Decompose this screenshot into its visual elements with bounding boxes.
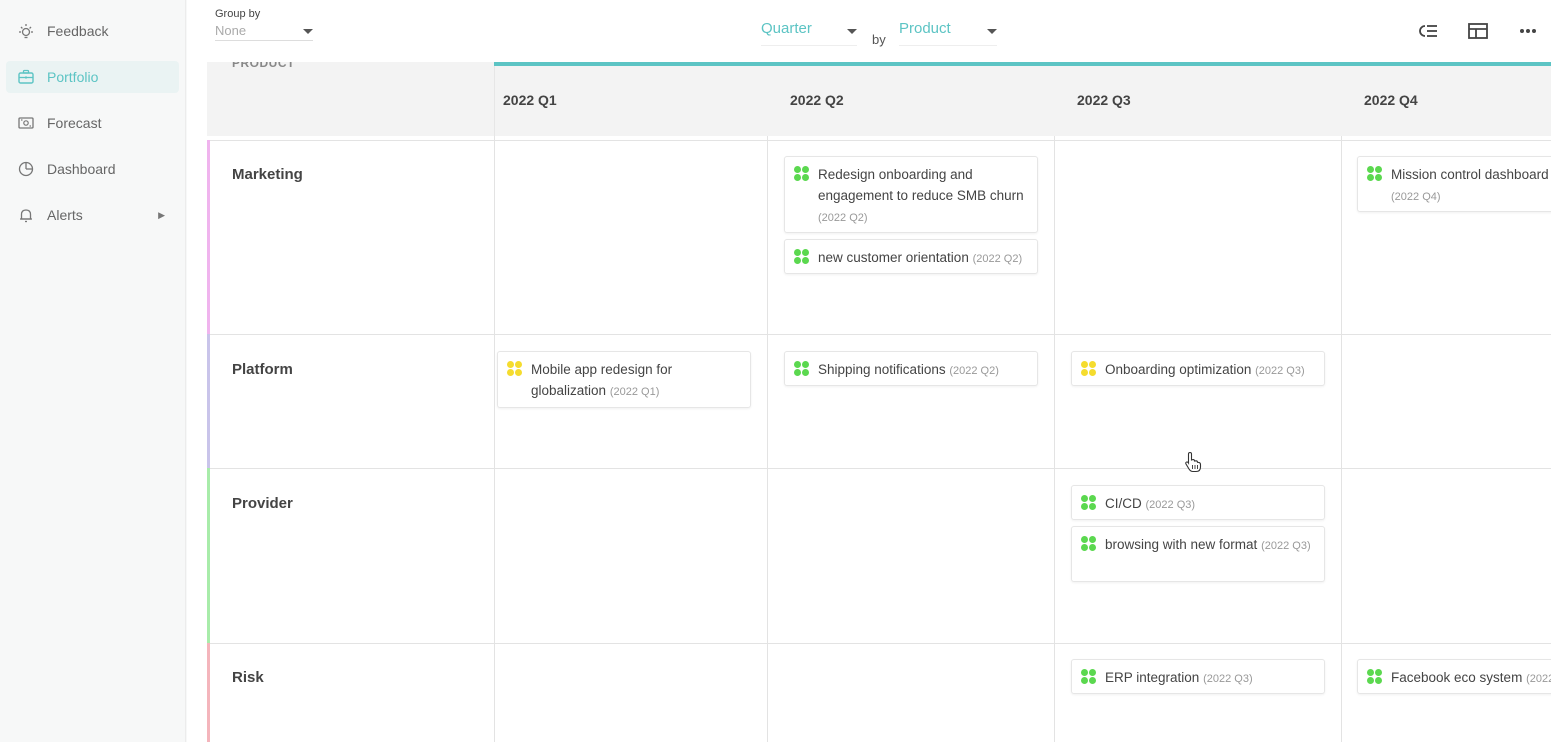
- grid-divider: [207, 334, 1551, 335]
- grid-divider: [767, 136, 768, 742]
- row-color-bar: [207, 468, 210, 643]
- sidebar-item-feedback[interactable]: Feedback: [6, 15, 179, 47]
- card-quarter: (2022 Q2): [818, 212, 868, 224]
- initiative-card[interactable]: ERP integration (2022 Q3): [1071, 659, 1325, 694]
- rows-by-select[interactable]: Product: [899, 20, 997, 46]
- status-icon: [507, 361, 523, 377]
- card-title: new customer orientation: [818, 250, 969, 265]
- grid-divider: [207, 643, 1551, 644]
- filter-list-icon[interactable]: [1416, 20, 1440, 42]
- initiative-card[interactable]: Onboarding optimization (2022 Q3): [1071, 351, 1325, 386]
- caret-down-icon: [303, 29, 313, 34]
- sidebar: Feedback Portfolio Forecast Dashboard Al…: [0, 0, 186, 742]
- grid-header: PRODUCT 2022 Q1 2022 Q2 2022 Q3 2022 Q4: [207, 62, 1551, 136]
- status-icon: [794, 361, 810, 377]
- columns-by-select[interactable]: Quarter: [761, 20, 857, 46]
- chevron-right-icon[interactable]: ▶: [158, 210, 165, 221]
- sidebar-item-label: Forecast: [47, 115, 102, 131]
- initiative-card[interactable]: Mobile app redesign for globalization (2…: [497, 351, 751, 408]
- column-header-q3: 2022 Q3: [1077, 92, 1131, 108]
- sidebar-item-label: Portfolio: [47, 69, 99, 85]
- card-quarter: (2022 Q3): [1203, 673, 1253, 685]
- status-icon: [1367, 669, 1383, 685]
- sidebar-item-portfolio[interactable]: Portfolio: [6, 61, 179, 93]
- header-accent-bar: [494, 62, 1551, 66]
- status-icon: [794, 166, 810, 182]
- layout-icon[interactable]: [1466, 20, 1490, 42]
- grid-divider: [207, 140, 1551, 141]
- sidebar-item-alerts[interactable]: Alerts ▶: [6, 199, 179, 231]
- sidebar-item-dashboard[interactable]: Dashboard: [6, 153, 179, 185]
- initiative-card[interactable]: Shipping notifications (2022 Q2): [784, 351, 1038, 386]
- briefcase-icon: [16, 67, 36, 87]
- column-header-q4: 2022 Q4: [1364, 92, 1418, 108]
- card-quarter: (2022 Q3): [1261, 540, 1311, 552]
- forecast-icon: [16, 113, 36, 133]
- by-label: by: [872, 32, 886, 47]
- card-quarter: (2022 Q2): [949, 365, 999, 377]
- sidebar-item-label: Feedback: [47, 23, 109, 39]
- roadmap-grid: PRODUCT 2022 Q1 2022 Q2 2022 Q3 2022 Q4 …: [207, 62, 1551, 742]
- card-title: Redesign onboarding and engagement to re…: [818, 167, 1024, 203]
- sidebar-item-label: Dashboard: [47, 161, 116, 177]
- card-title: Shipping notifications: [818, 362, 946, 377]
- card-title: Mission control dashboard: [1391, 167, 1549, 182]
- card-title: Facebook eco system: [1391, 670, 1523, 685]
- grid-divider: [494, 136, 495, 742]
- grid-divider: [207, 468, 1551, 469]
- status-icon: [794, 249, 810, 265]
- row-color-bar: [207, 334, 210, 468]
- rows-by-value: Product: [899, 20, 951, 37]
- columns-by-value: Quarter: [761, 20, 812, 37]
- card-title: browsing with new format: [1105, 537, 1258, 552]
- card-quarter: (2022 Q2): [972, 253, 1023, 265]
- grid-divider: [1341, 136, 1342, 742]
- group-by-value: None: [215, 23, 247, 38]
- card-quarter: (2022 Q3): [1255, 365, 1305, 377]
- pie-chart-icon: [16, 159, 36, 179]
- card-title: Onboarding optimization: [1105, 362, 1252, 377]
- caret-down-icon: [847, 29, 857, 34]
- group-by-label: Group by: [215, 8, 261, 20]
- group-by-control[interactable]: Group by None: [215, 8, 313, 41]
- initiative-card[interactable]: Redesign onboarding and engagement to re…: [784, 156, 1038, 233]
- row-color-bar: [207, 140, 210, 334]
- initiative-card[interactable]: CI/CD (2022 Q3): [1071, 485, 1325, 520]
- row-label-marketing: Marketing: [232, 166, 303, 183]
- initiative-card[interactable]: browsing with new format (2022 Q3): [1071, 526, 1325, 582]
- row-label-platform: Platform: [232, 361, 293, 378]
- sidebar-item-forecast[interactable]: Forecast: [6, 107, 179, 139]
- more-icon[interactable]: [1516, 20, 1540, 42]
- sidebar-item-label: Alerts: [47, 207, 83, 223]
- row-color-bar: [207, 643, 210, 742]
- grid-divider: [1054, 136, 1055, 742]
- card-title: CI/CD: [1105, 496, 1142, 511]
- initiative-card[interactable]: Mission control dashboard (2022 Q4): [1357, 156, 1551, 212]
- toolbar: Group by None Quarter by Product: [187, 0, 1568, 62]
- status-icon: [1081, 669, 1097, 685]
- grid-divider: [494, 66, 495, 136]
- column-header-q1: 2022 Q1: [503, 92, 557, 108]
- card-title: ERP integration: [1105, 670, 1200, 685]
- row-header-label: PRODUCT: [232, 62, 295, 70]
- caret-down-icon: [987, 29, 997, 34]
- status-icon: [1081, 495, 1097, 511]
- row-label-provider: Provider: [232, 495, 293, 512]
- lightbulb-icon: [16, 21, 36, 41]
- status-icon: [1367, 166, 1383, 182]
- group-by-select[interactable]: None: [215, 23, 313, 41]
- status-icon: [1081, 536, 1097, 552]
- row-label-risk: Risk: [232, 669, 264, 686]
- hand-cursor-icon: [1185, 451, 1202, 473]
- card-quarter: (2022 Q3): [1145, 499, 1196, 511]
- status-icon: [1081, 361, 1097, 377]
- bell-icon: [16, 205, 36, 225]
- column-header-q2: 2022 Q2: [790, 92, 844, 108]
- initiative-card[interactable]: Facebook eco system (2022 Q4): [1357, 659, 1551, 694]
- portfolio-main: Group by None Quarter by Product PRODUCT…: [187, 0, 1568, 742]
- card-quarter: (2022 Q1): [609, 386, 660, 398]
- initiative-card[interactable]: new customer orientation (2022 Q2): [784, 239, 1038, 274]
- card-quarter: (2022 Q4): [1391, 191, 1441, 203]
